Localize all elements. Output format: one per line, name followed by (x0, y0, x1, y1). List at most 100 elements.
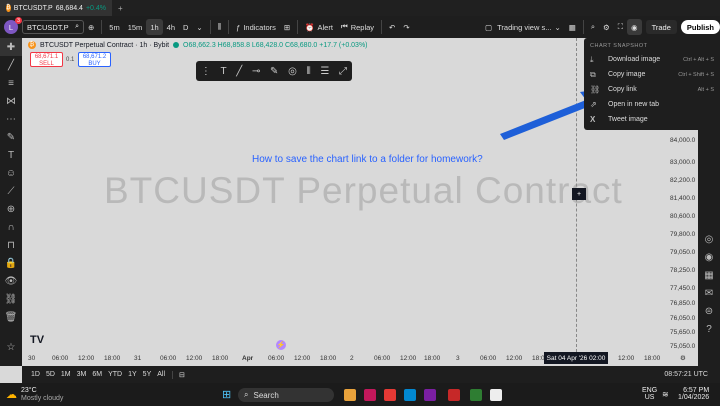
quick-search-icon[interactable]: ⌕ (587, 19, 599, 35)
event-icon[interactable]: ⚡ (276, 340, 286, 350)
weather-widget[interactable]: 23°C Mostly cloudy (21, 387, 63, 403)
emoji-icon[interactable]: ☺ (0, 164, 22, 182)
eye-icon[interactable]: 👁 (0, 272, 22, 290)
date-range-icon[interactable]: ⊟ (172, 370, 188, 379)
templates-icon[interactable]: ⊞ (280, 19, 294, 35)
menu-item-tweet-image[interactable]: X Tweet image (584, 112, 720, 127)
star-icon[interactable]: ☆ (0, 338, 22, 356)
tradingview-app-icon[interactable] (490, 389, 502, 401)
range-6m[interactable]: 6M (89, 371, 105, 378)
range-5y[interactable]: 5Y (140, 371, 155, 378)
redo-icon[interactable]: ↷ (399, 19, 413, 35)
chart-legend: ₿ BTCUSDT Perpetual Contract · 1h · Bybi… (28, 41, 368, 49)
fullscreen-icon[interactable]: ⛶ (614, 19, 627, 35)
help-icon[interactable]: ? (698, 320, 720, 338)
range-1d[interactable]: 1D (28, 371, 43, 378)
copy-icon: ⧉ (590, 69, 596, 79)
interval-15m[interactable]: 15m (124, 19, 147, 35)
app-green-icon[interactable] (470, 389, 482, 401)
system-clock[interactable]: 6:57 PM 1/04/2026 (678, 387, 709, 401)
lock-draw-icon[interactable]: ⊓ (0, 236, 22, 254)
taskbar-search[interactable]: ⌕ Search (238, 388, 334, 402)
range-1y[interactable]: 1Y (125, 371, 140, 378)
range-5d[interactable]: 5D (43, 371, 58, 378)
new-tab-button[interactable]: + (112, 4, 129, 13)
crosshair-icon[interactable]: ✚ (0, 38, 22, 56)
calendar-icon[interactable]: ▦ (698, 266, 720, 284)
text-tool-icon[interactable]: T (221, 66, 227, 77)
path-tool-icon[interactable]: ⤢ (339, 66, 347, 77)
measure-icon[interactable]: ⟋ (0, 182, 22, 200)
fib-tool-icon[interactable]: ☰ (320, 66, 329, 77)
language-indicator[interactable]: ENG US (642, 387, 657, 401)
interval-d[interactable]: D (179, 19, 192, 35)
app-l-icon[interactable] (448, 389, 460, 401)
drag-handle-icon[interactable]: ⋮ (201, 66, 211, 77)
menu-item-copy-link[interactable]: ⛓ Copy link Alt + S (584, 82, 720, 97)
trendline-icon[interactable]: ╱ (0, 56, 22, 74)
range-3m[interactable]: 3M (74, 371, 90, 378)
chevron-down-icon[interactable]: ⌄ (192, 19, 206, 35)
store-icon[interactable] (424, 389, 436, 401)
avatar[interactable]: L 3 (4, 17, 22, 34)
camera-icon[interactable]: ◉ (627, 19, 642, 35)
ruler-icon[interactable]: ⋯ (0, 110, 22, 128)
fib-icon[interactable]: ≡ (0, 74, 22, 92)
publish-button[interactable]: Publish (680, 20, 720, 34)
menu-item-copy-image[interactable]: ⧉ Copy image Ctrl + Shift + S (584, 67, 720, 82)
settings-small-icon[interactable]: ⚙ (680, 354, 686, 362)
range-ytd[interactable]: YTD (105, 371, 125, 378)
time-tick: 30 (28, 355, 36, 362)
brush-icon[interactable]: ✎ (0, 128, 22, 146)
line-tool-icon[interactable]: ╱ (236, 66, 242, 77)
windows-start-icon[interactable]: ⊞ (222, 388, 231, 401)
time-tick: 31 (134, 355, 142, 362)
chrome-icon[interactable] (384, 389, 396, 401)
app-icon[interactable] (364, 389, 376, 401)
magnet-icon[interactable]: ∩ (0, 218, 22, 236)
range-1m[interactable]: 1M (58, 371, 74, 378)
compare-icon[interactable]: ⊕ (84, 19, 98, 35)
sell-button[interactable]: 68,671.1 SELL (30, 52, 63, 67)
spread-value: 0.1 (66, 57, 75, 63)
lock-icon[interactable]: 🔒 (0, 254, 22, 272)
interval-5m[interactable]: 5m (105, 19, 123, 35)
download-icon: ⤓ (590, 54, 594, 64)
replay-button[interactable]: ⏮ Replay (337, 19, 378, 35)
circle-tool-icon[interactable]: ◎ (288, 66, 297, 77)
grid-layout-icon[interactable]: ▦ (565, 19, 580, 35)
zoom-icon[interactable]: ⊕ (0, 200, 22, 218)
replay-icon: ⏮ (340, 22, 348, 31)
interval-4h[interactable]: 4h (163, 19, 179, 35)
symbol-search[interactable]: BTCUSDT.P ⌕ (22, 20, 84, 34)
settings-icon[interactable]: ⚙ (599, 19, 614, 35)
price-tick: 79,800.0 (670, 231, 696, 238)
alert-button[interactable]: ⏰ Alert (301, 19, 337, 35)
indicators-button[interactable]: ƒ Indicators (232, 19, 280, 35)
candles-icon[interactable]: ⫼ (214, 19, 225, 35)
browser-tab[interactable]: ₿ BTCUSDT.P 68,684.4 +0.4% (0, 0, 112, 16)
pattern-icon[interactable]: ⋈ (0, 92, 22, 110)
brush-tool-icon[interactable]: ✎ (270, 66, 278, 77)
buy-button[interactable]: 68,671.2 BUY (78, 52, 111, 67)
trash-icon[interactable]: 🗑 (0, 308, 22, 326)
trade-button[interactable]: Trade (645, 20, 677, 34)
text-icon[interactable]: T (0, 146, 22, 164)
link-tool-icon[interactable]: ⛓ (0, 290, 22, 308)
channel-tool-icon[interactable]: ⫴ (307, 66, 311, 77)
network-icon[interactable]: ≋ (662, 390, 669, 399)
menu-item-open-new-tab[interactable]: ⇗ Open in new tab (584, 97, 720, 112)
menu-item-download-image[interactable]: ⤓ Download image Ctrl + Alt + S (584, 52, 720, 67)
target-icon[interactable]: ◎ (698, 230, 720, 248)
utc-clock[interactable]: 08:57:21 UTC (664, 371, 708, 378)
chat-icon[interactable]: ✉ (698, 284, 720, 302)
interval-1h[interactable]: 1h (146, 19, 163, 35)
layout-button[interactable]: ▢ Trading view s... ⌄ (481, 19, 565, 35)
undo-icon[interactable]: ↶ (385, 19, 399, 35)
edge-icon[interactable] (404, 389, 416, 401)
ideas-icon[interactable]: ◉ (698, 248, 720, 266)
file-explorer-icon[interactable] (344, 389, 356, 401)
layers-icon[interactable]: ⊜ (698, 302, 720, 320)
range-all[interactable]: All (154, 371, 168, 378)
hline-tool-icon[interactable]: ⊸ (252, 66, 260, 77)
